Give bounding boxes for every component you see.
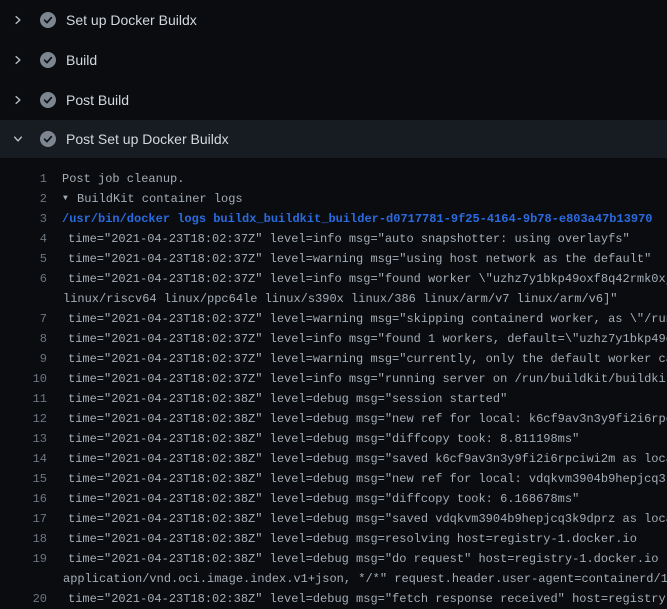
line-number[interactable]: 9 <box>0 349 47 369</box>
log-text: time="2021-04-23T18:02:38Z" level=debug … <box>68 589 667 609</box>
log-text: application/vnd.oci.image.index.v1+json,… <box>63 569 667 589</box>
log-text: time="2021-04-23T18:02:37Z" level=info m… <box>68 369 667 389</box>
log-line: 7 time="2021-04-23T18:02:37Z" level=warn… <box>0 309 667 329</box>
line-number[interactable]: 3 <box>0 209 47 229</box>
line-number[interactable]: 2 <box>0 189 47 209</box>
log-line: 3 /usr/bin/docker logs buildx_buildkit_b… <box>0 209 667 229</box>
log-lines: 1 Post job cleanup. 2 ▼ BuildKit contain… <box>0 158 667 609</box>
log-line: 17 time="2021-04-23T18:02:38Z" level=deb… <box>0 509 667 529</box>
steps-list: Set up Docker Buildx Build P <box>0 0 667 158</box>
log-text: time="2021-04-23T18:02:38Z" level=debug … <box>68 449 667 469</box>
line-number[interactable]: 19 <box>0 549 47 569</box>
log-line: 8 time="2021-04-23T18:02:37Z" level=info… <box>0 329 667 349</box>
log-line: 6 time="2021-04-23T18:02:37Z" level=info… <box>0 269 667 289</box>
line-number[interactable]: 4 <box>0 229 47 249</box>
log-text[interactable]: BuildKit container logs <box>77 189 243 209</box>
log-line: 4 time="2021-04-23T18:02:37Z" level=info… <box>0 229 667 249</box>
chevron-down-icon[interactable] <box>12 133 24 145</box>
log-text: time="2021-04-23T18:02:38Z" level=debug … <box>68 389 507 409</box>
log-text: time="2021-04-23T18:02:38Z" level=debug … <box>68 429 579 449</box>
line-number[interactable]: 17 <box>0 509 47 529</box>
log-line: linux/riscv64 linux/ppc64le linux/s390x … <box>0 289 667 309</box>
log-line: 15 time="2021-04-23T18:02:38Z" level=deb… <box>0 469 667 489</box>
log-line: 2 ▼ BuildKit container logs <box>0 189 667 209</box>
check-circle-icon <box>40 52 56 68</box>
log-line: 20 time="2021-04-23T18:02:38Z" level=deb… <box>0 589 667 609</box>
line-number[interactable]: 6 <box>0 269 47 289</box>
step-row-set-up-docker-buildx[interactable]: Set up Docker Buildx <box>0 0 667 40</box>
step-label: Set up Docker Buildx <box>66 10 197 30</box>
log-text: linux/riscv64 linux/ppc64le linux/s390x … <box>63 289 618 309</box>
log-text: time="2021-04-23T18:02:37Z" level=warnin… <box>68 349 667 369</box>
log-text: time="2021-04-23T18:02:38Z" level=debug … <box>68 549 667 569</box>
log-line: 19 time="2021-04-23T18:02:38Z" level=deb… <box>0 549 667 569</box>
log-text: /usr/bin/docker logs buildx_buildkit_bui… <box>62 209 653 229</box>
log-text: time="2021-04-23T18:02:37Z" level=info m… <box>68 269 667 289</box>
log-line: application/vnd.oci.image.index.v1+json,… <box>0 569 667 589</box>
log-line: 5 time="2021-04-23T18:02:37Z" level=warn… <box>0 249 667 269</box>
line-number[interactable]: 20 <box>0 589 47 609</box>
log-text: time="2021-04-23T18:02:38Z" level=debug … <box>68 409 667 429</box>
log-line: 16 time="2021-04-23T18:02:38Z" level=deb… <box>0 489 667 509</box>
log-text: time="2021-04-23T18:02:37Z" level=warnin… <box>68 309 667 329</box>
log-text: time="2021-04-23T18:02:37Z" level=warnin… <box>68 249 651 269</box>
step-label: Post Set up Docker Buildx <box>66 129 229 149</box>
line-number[interactable]: 14 <box>0 449 47 469</box>
line-number[interactable]: 15 <box>0 469 47 489</box>
collapse-triangle-icon[interactable]: ▼ <box>62 189 77 209</box>
step-row-post-build[interactable]: Post Build <box>0 80 667 120</box>
log-text: time="2021-04-23T18:02:37Z" level=info m… <box>68 329 667 349</box>
log-text: time="2021-04-23T18:02:38Z" level=debug … <box>68 509 667 529</box>
line-number <box>0 289 47 309</box>
line-number[interactable]: 1 <box>0 169 47 189</box>
chevron-right-icon[interactable] <box>12 94 24 106</box>
line-number[interactable]: 12 <box>0 409 47 429</box>
log-line: 9 time="2021-04-23T18:02:37Z" level=warn… <box>0 349 667 369</box>
log-text: time="2021-04-23T18:02:37Z" level=info m… <box>68 229 630 249</box>
log-line: 12 time="2021-04-23T18:02:38Z" level=deb… <box>0 409 667 429</box>
log-text: time="2021-04-23T18:02:38Z" level=debug … <box>68 489 579 509</box>
log-line: 11 time="2021-04-23T18:02:38Z" level=deb… <box>0 389 667 409</box>
line-number <box>0 569 47 589</box>
log-text: time="2021-04-23T18:02:38Z" level=debug … <box>68 529 637 549</box>
log-line: 10 time="2021-04-23T18:02:37Z" level=inf… <box>0 369 667 389</box>
chevron-right-icon[interactable] <box>12 54 24 66</box>
check-circle-icon <box>40 131 56 147</box>
line-number[interactable]: 11 <box>0 389 47 409</box>
check-circle-icon <box>40 92 56 108</box>
line-number[interactable]: 7 <box>0 309 47 329</box>
line-number[interactable]: 5 <box>0 249 47 269</box>
line-number[interactable]: 13 <box>0 429 47 449</box>
line-number[interactable]: 8 <box>0 329 47 349</box>
line-number[interactable]: 16 <box>0 489 47 509</box>
check-circle-icon <box>40 12 56 28</box>
step-row-post-set-up-docker-buildx[interactable]: Post Set up Docker Buildx <box>0 120 667 158</box>
chevron-right-icon[interactable] <box>12 14 24 26</box>
step-label: Post Build <box>66 90 129 110</box>
step-label: Build <box>66 50 97 70</box>
log-text: time="2021-04-23T18:02:38Z" level=debug … <box>68 469 667 489</box>
log-text: Post job cleanup. <box>62 169 184 189</box>
step-row-build[interactable]: Build <box>0 40 667 80</box>
log-line: 14 time="2021-04-23T18:02:38Z" level=deb… <box>0 449 667 469</box>
log-line: 13 time="2021-04-23T18:02:38Z" level=deb… <box>0 429 667 449</box>
line-number[interactable]: 18 <box>0 529 47 549</box>
line-number[interactable]: 10 <box>0 369 47 389</box>
log-line: 1 Post job cleanup. <box>0 169 667 189</box>
log-line: 18 time="2021-04-23T18:02:38Z" level=deb… <box>0 529 667 549</box>
